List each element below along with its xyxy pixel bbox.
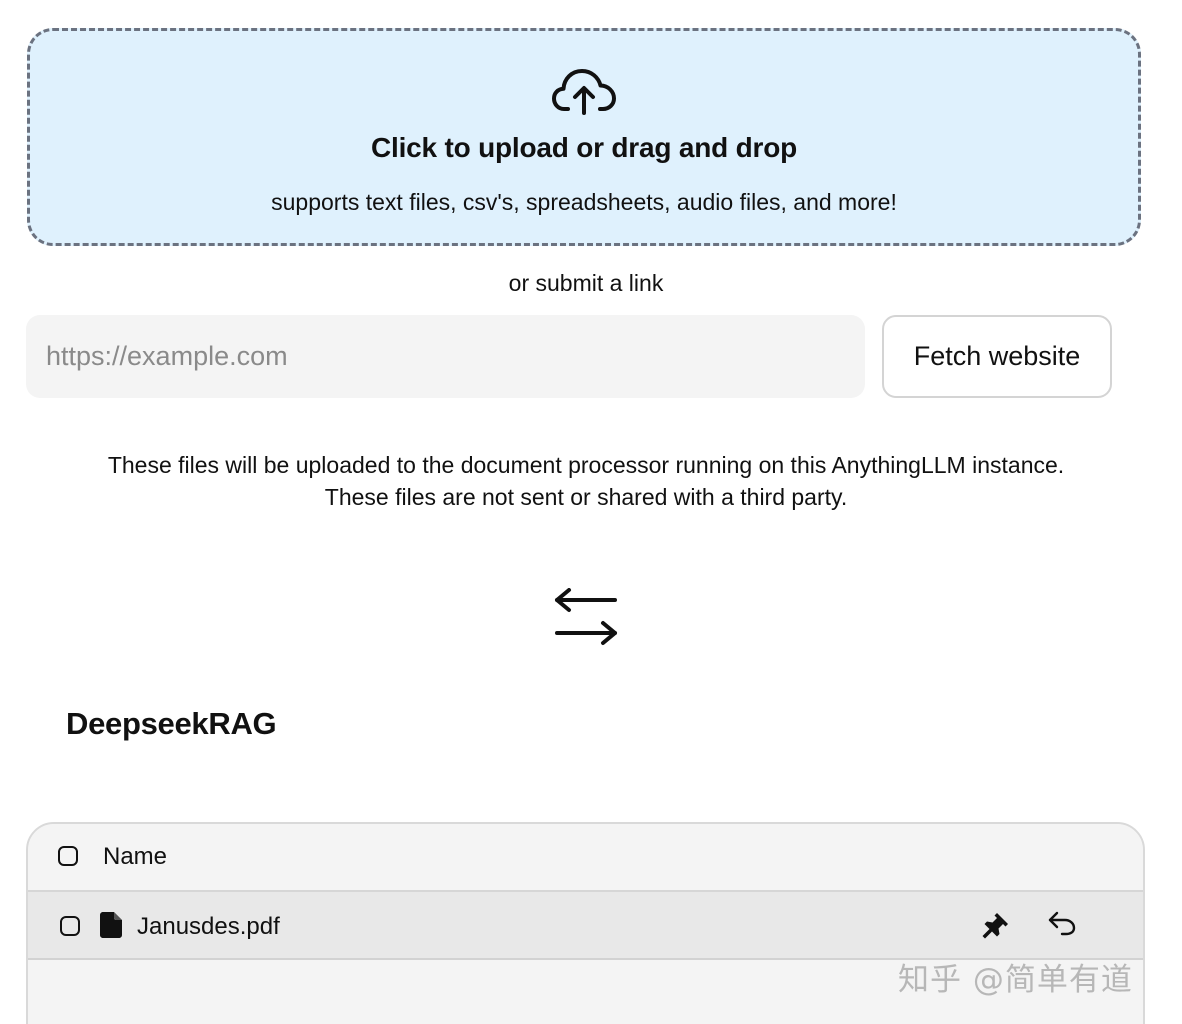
row-checkbox[interactable] xyxy=(60,916,80,936)
file-name: Janusdes.pdf xyxy=(137,913,280,940)
upload-dropzone[interactable]: Click to upload or drag and drop support… xyxy=(27,28,1141,246)
select-all-checkbox[interactable] xyxy=(58,846,78,866)
url-input[interactable] xyxy=(26,315,865,398)
undo-icon[interactable] xyxy=(1047,910,1077,936)
privacy-notice: These files will be uploaded to the docu… xyxy=(0,449,1172,513)
upload-subtitle: supports text files, csv's, spreadsheets… xyxy=(271,189,897,215)
page: Click to upload or drag and drop support… xyxy=(0,0,1182,1024)
arrows-swap-icon[interactable] xyxy=(553,588,619,650)
column-header-name: Name xyxy=(103,843,168,870)
table-row[interactable]: Janusdes.pdf xyxy=(28,892,1143,960)
file-icon xyxy=(100,912,122,938)
cloud-upload-icon xyxy=(552,69,616,115)
privacy-notice-line-1: These files will be uploaded to the docu… xyxy=(107,452,1065,478)
watermark: 知乎 @简单有道 xyxy=(898,962,1133,998)
workspace-title: DeepseekRAG xyxy=(66,706,277,741)
pin-icon[interactable] xyxy=(980,911,1010,941)
fetch-website-button[interactable]: Fetch website xyxy=(882,315,1112,398)
table-header: Name xyxy=(28,824,1143,892)
upload-title: Click to upload or drag and drop xyxy=(370,132,798,163)
submit-link-label: or submit a link xyxy=(508,270,664,296)
privacy-notice-line-2: These files are not sent or shared with … xyxy=(324,484,848,510)
